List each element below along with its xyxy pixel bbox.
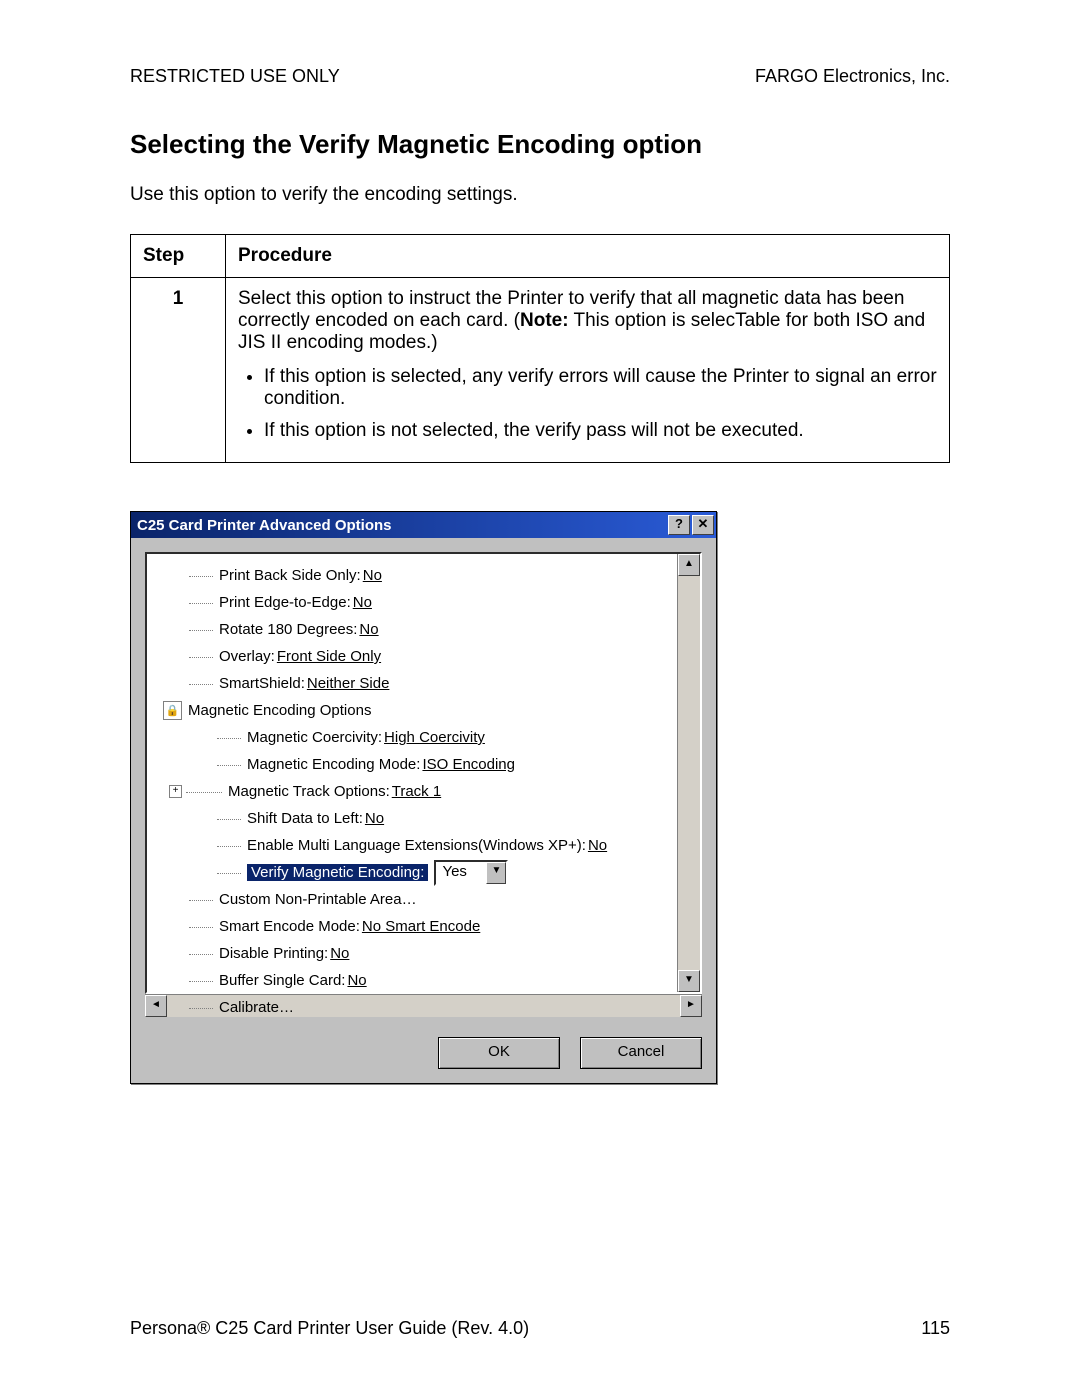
cancel-button[interactable]: Cancel (580, 1037, 702, 1069)
opt-edge-to-edge[interactable]: Print Edge-to-Edge: No (155, 589, 677, 616)
tree-connector-icon (217, 737, 241, 739)
opt-custom-non-printable[interactable]: Custom Non-Printable Area… (155, 886, 677, 913)
col-step: Step (131, 235, 226, 278)
tree-connector-icon (189, 953, 213, 955)
opt-multi-language-ext[interactable]: Enable Multi Language Extensions(Windows… (155, 832, 677, 859)
header-company: FARGO Electronics, Inc. (755, 66, 950, 87)
tree-connector-icon (217, 872, 241, 874)
opt-buffer-single-card[interactable]: Buffer Single Card: No (155, 967, 677, 994)
lock-icon: 🔒 (163, 701, 182, 720)
opt-disable-printing[interactable]: Disable Printing: No (155, 940, 677, 967)
vertical-scrollbar[interactable]: ▲ ▼ (677, 554, 700, 992)
opt-rotate-180[interactable]: Rotate 180 Degrees: No (155, 616, 677, 643)
step-number: 1 (131, 278, 226, 463)
close-button[interactable]: ✕ (692, 515, 714, 535)
opt-magnetic-coercivity[interactable]: Magnetic Coercivity: High Coercivity (155, 724, 677, 751)
page-number: 115 (921, 1318, 950, 1339)
dialog-title: C25 Card Printer Advanced Options (137, 517, 666, 534)
tree-connector-icon (189, 602, 213, 604)
help-button[interactable]: ? (668, 515, 690, 535)
tree-connector-icon (189, 926, 213, 928)
scroll-down-button[interactable]: ▼ (678, 970, 700, 992)
opt-magnetic-track[interactable]: + Magnetic Track Options: Track 1 (155, 778, 677, 805)
section-heading: Selecting the Verify Magnetic Encoding o… (130, 129, 950, 160)
chevron-down-icon[interactable]: ▼ (486, 862, 506, 884)
tree-connector-icon (189, 575, 213, 577)
tree-connector-icon (189, 1007, 213, 1009)
opt-overlay[interactable]: Overlay: Front Side Only (155, 643, 677, 670)
selected-option-label: Verify Magnetic Encoding: (247, 864, 428, 881)
options-tree[interactable]: Print Back Side Only: No Print Edge-to-E… (147, 554, 677, 992)
advanced-options-dialog: C25 Card Printer Advanced Options ? ✕ Pr… (130, 511, 717, 1084)
opt-calibrate[interactable]: Calibrate… (155, 994, 677, 1021)
footer-guide-title: Persona® C25 Card Printer User Guide (Re… (130, 1318, 529, 1339)
bullet-2: If this option is not selected, the veri… (264, 420, 937, 442)
ok-button[interactable]: OK (438, 1037, 560, 1069)
tree-connector-icon (217, 764, 241, 766)
verify-dropdown[interactable]: Yes ▼ (434, 860, 508, 886)
procedure-table: Step Procedure 1 Select this option to i… (130, 234, 950, 463)
dialog-titlebar[interactable]: C25 Card Printer Advanced Options ? ✕ (131, 512, 716, 538)
opt-smartshield[interactable]: SmartShield: Neither Side (155, 670, 677, 697)
tree-connector-icon (189, 980, 213, 982)
intro-text: Use this option to verify the encoding s… (130, 184, 950, 206)
tree-connector-icon (217, 818, 241, 820)
expand-icon[interactable]: + (169, 785, 182, 798)
scroll-right-button[interactable]: ► (680, 995, 702, 1017)
opt-smart-encode-mode[interactable]: Smart Encode Mode: No Smart Encode (155, 913, 677, 940)
opt-print-back-side[interactable]: Print Back Side Only: No (155, 562, 677, 589)
opt-shift-data-left[interactable]: Shift Data to Left: No (155, 805, 677, 832)
opt-magnetic-encoding-group[interactable]: 🔒 Magnetic Encoding Options (155, 697, 677, 724)
bullet-1: If this option is selected, any verify e… (264, 366, 937, 410)
opt-magnetic-encoding-mode[interactable]: Magnetic Encoding Mode: ISO Encoding (155, 751, 677, 778)
opt-verify-magnetic-encoding[interactable]: Verify Magnetic Encoding: Yes ▼ (155, 859, 677, 886)
tree-connector-icon (189, 629, 213, 631)
tree-connector-icon (217, 845, 241, 847)
tree-connector-icon (189, 683, 213, 685)
step-content: Select this option to instruct the Print… (226, 278, 950, 463)
note-label: Note: (520, 310, 569, 331)
scroll-up-button[interactable]: ▲ (678, 554, 700, 576)
header-restriction: RESTRICTED USE ONLY (130, 66, 340, 87)
verify-dropdown-value: Yes (436, 862, 486, 884)
tree-connector-icon (186, 791, 222, 793)
tree-connector-icon (189, 656, 213, 658)
tree-connector-icon (189, 899, 213, 901)
col-procedure: Procedure (226, 235, 950, 278)
